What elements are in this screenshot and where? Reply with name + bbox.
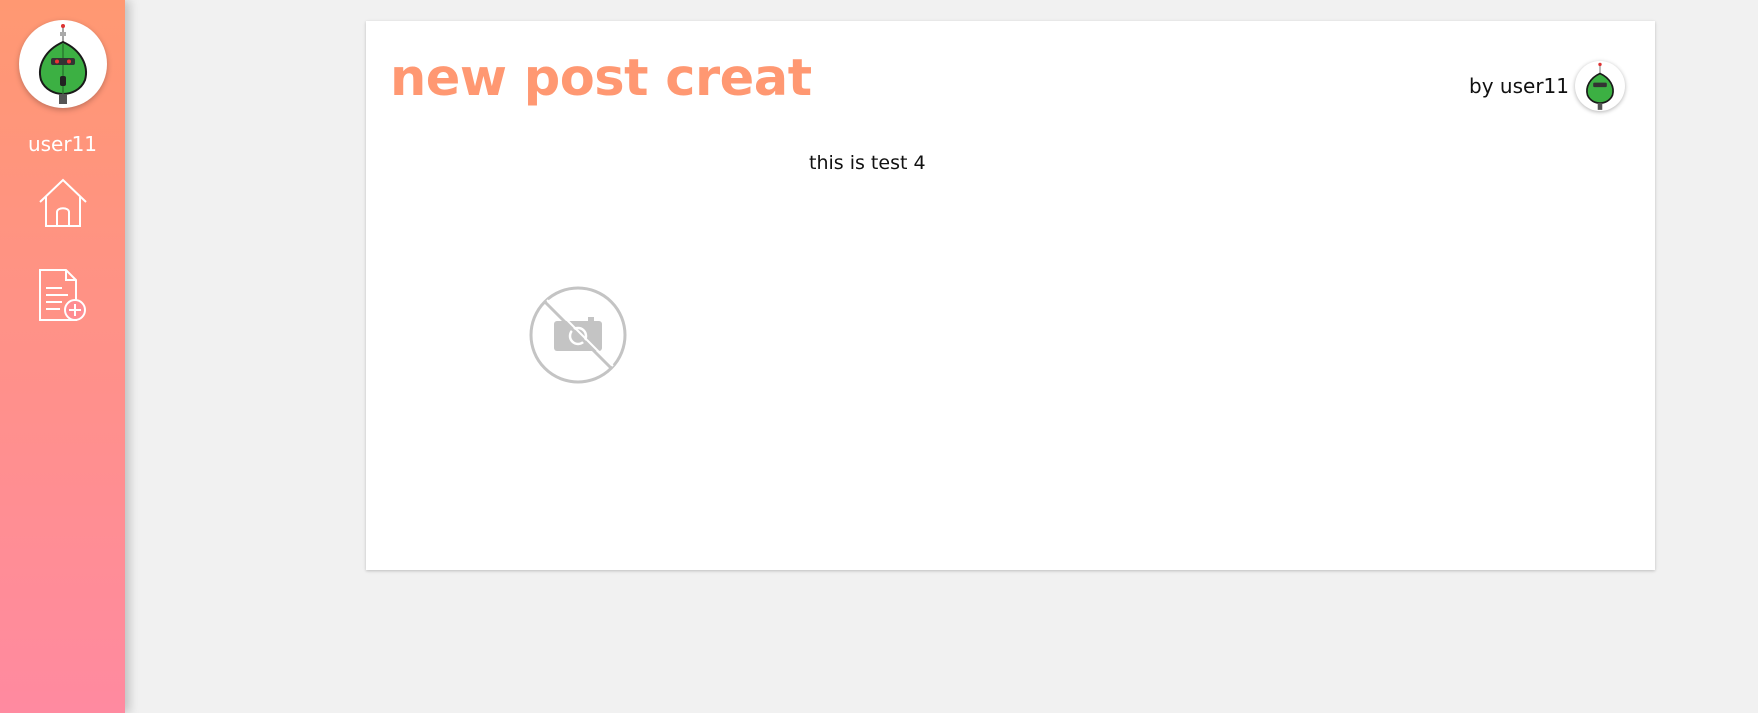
post-body: this is test 4 bbox=[809, 152, 926, 174]
new-document-icon bbox=[39, 269, 86, 321]
post-title: new post creat bbox=[390, 49, 812, 108]
robot-leaf-avatar-icon bbox=[1586, 62, 1614, 110]
author-avatar[interactable] bbox=[1575, 61, 1625, 111]
nav-home-button[interactable] bbox=[36, 176, 90, 230]
post-author: by user11 bbox=[1469, 59, 1625, 113]
author-label: by user11 bbox=[1469, 74, 1569, 98]
no-image-camera-icon bbox=[529, 286, 627, 384]
image-placeholder bbox=[528, 285, 628, 385]
post-card: new post creat by user11 this is test 4 bbox=[366, 21, 1655, 570]
home-icon bbox=[39, 178, 87, 227]
robot-leaf-avatar-icon bbox=[39, 24, 87, 104]
sidebar: user11 bbox=[0, 0, 125, 713]
user-avatar[interactable] bbox=[19, 20, 107, 108]
sidebar-username: user11 bbox=[27, 132, 98, 156]
nav-new-post-button[interactable] bbox=[36, 268, 90, 324]
